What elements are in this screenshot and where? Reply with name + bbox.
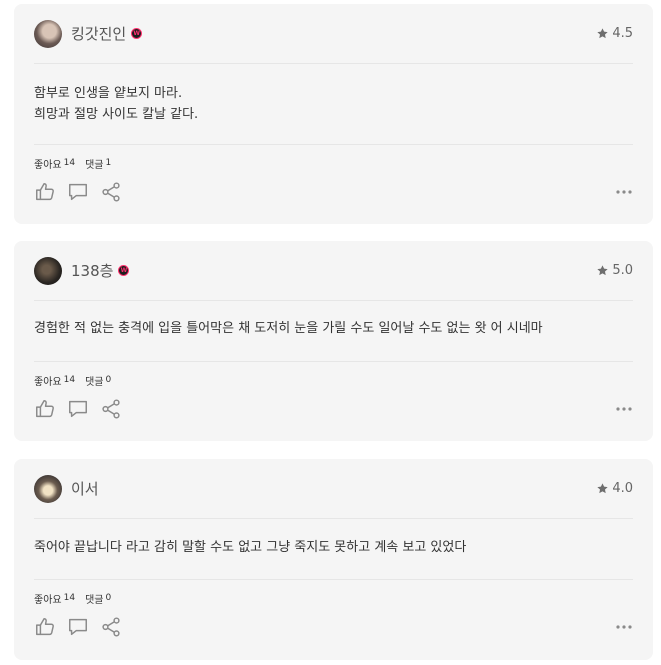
thumbs-up-icon[interactable] bbox=[34, 181, 56, 203]
like-count: 좋아요 14 bbox=[34, 591, 75, 606]
comment-count: 댓글 0 bbox=[85, 373, 111, 388]
verified-badge-icon: W bbox=[131, 28, 143, 39]
review-card: 이서 4.0 죽어야 끝납니다 라고 감히 말할 수도 없고 그냥 죽지도 못하… bbox=[14, 459, 653, 660]
review-actions bbox=[34, 614, 633, 640]
rating: 4.0 bbox=[596, 481, 633, 496]
review-header: 이서 4.0 bbox=[34, 459, 633, 519]
verified-badge-icon: W bbox=[118, 265, 130, 276]
comment-count: 댓글 0 bbox=[85, 591, 111, 606]
review-text[interactable]: 함부로 인생을 얕보지 마라. 희망과 절망 사이도 칼날 같다. bbox=[34, 64, 633, 145]
comment-count-value: 0 bbox=[105, 375, 112, 385]
share-icon[interactable] bbox=[100, 181, 122, 203]
share-icon[interactable] bbox=[100, 616, 122, 638]
review-card: 138층 W 5.0 경험한 적 없는 충격에 입을 틀어막은 채 도저히 눈을… bbox=[14, 241, 653, 441]
comment-count-label: 댓글 bbox=[85, 160, 104, 171]
review-text-line: 희망과 절망 사이도 칼날 같다. bbox=[34, 107, 199, 122]
thumbs-up-icon[interactable] bbox=[34, 398, 56, 420]
like-count-value: 14 bbox=[63, 158, 76, 168]
like-count-label: 좋아요 bbox=[34, 160, 62, 171]
avatar[interactable] bbox=[34, 19, 62, 48]
like-count-value: 14 bbox=[63, 593, 76, 603]
review-actions bbox=[34, 396, 633, 422]
comment-count-label: 댓글 bbox=[85, 595, 104, 606]
thumbs-up-icon[interactable] bbox=[34, 616, 56, 638]
username[interactable]: 이서 bbox=[71, 478, 99, 499]
review-text[interactable]: 죽어야 끝납니다 라고 감히 말할 수도 없고 그냥 죽지도 못하고 계속 보고… bbox=[34, 519, 633, 580]
review-actions bbox=[34, 179, 633, 205]
comment-count-label: 댓글 bbox=[85, 377, 104, 388]
share-icon[interactable] bbox=[100, 398, 122, 420]
comment-count-value: 1 bbox=[105, 158, 112, 168]
comment-icon[interactable] bbox=[67, 398, 89, 420]
star-icon bbox=[597, 265, 608, 276]
review-counts: 좋아요 14 댓글 1 bbox=[34, 156, 633, 171]
rating: 4.5 bbox=[596, 26, 633, 41]
star-icon bbox=[597, 28, 608, 39]
star-icon bbox=[597, 483, 608, 494]
comment-icon[interactable] bbox=[67, 616, 89, 638]
avatar[interactable] bbox=[34, 474, 62, 503]
comment-count-value: 0 bbox=[105, 593, 112, 603]
like-count: 좋아요 14 bbox=[34, 373, 75, 388]
review-header: 138층 W 5.0 bbox=[34, 241, 633, 301]
review-text-line: 경험한 적 없는 충격에 입을 틀어막은 채 도저히 눈을 가릴 수도 일어날 … bbox=[34, 321, 543, 336]
review-card: 킹갓진인 W 4.5 함부로 인생을 얕보지 마라. 희망과 절망 사이도 칼날… bbox=[14, 4, 653, 224]
comment-icon[interactable] bbox=[67, 181, 89, 203]
more-horizontal-icon[interactable] bbox=[615, 189, 633, 195]
review-feed: 킹갓진인 W 4.5 함부로 인생을 얕보지 마라. 희망과 절망 사이도 칼날… bbox=[0, 0, 661, 665]
review-header: 킹갓진인 W 4.5 bbox=[34, 4, 633, 64]
rating-value: 4.0 bbox=[612, 481, 633, 496]
like-count-label: 좋아요 bbox=[34, 595, 62, 606]
rating-value: 4.5 bbox=[612, 26, 633, 41]
username[interactable]: 킹갓진인 bbox=[71, 23, 126, 44]
username[interactable]: 138층 bbox=[71, 260, 113, 281]
like-count-value: 14 bbox=[63, 375, 76, 385]
avatar[interactable] bbox=[34, 256, 62, 285]
review-text[interactable]: 경험한 적 없는 충격에 입을 틀어막은 채 도저히 눈을 가릴 수도 일어날 … bbox=[34, 301, 633, 362]
like-count: 좋아요 14 bbox=[34, 156, 75, 171]
like-count-label: 좋아요 bbox=[34, 377, 62, 388]
review-text-line: 죽어야 끝납니다 라고 감히 말할 수도 없고 그냥 죽지도 못하고 계속 보고… bbox=[34, 540, 467, 555]
rating-value: 5.0 bbox=[612, 263, 633, 278]
review-counts: 좋아요 14 댓글 0 bbox=[34, 373, 633, 388]
comment-count: 댓글 1 bbox=[85, 156, 111, 171]
rating: 5.0 bbox=[596, 263, 633, 278]
review-counts: 좋아요 14 댓글 0 bbox=[34, 591, 633, 606]
more-horizontal-icon[interactable] bbox=[615, 406, 633, 412]
more-horizontal-icon[interactable] bbox=[615, 624, 633, 630]
review-text-line: 함부로 인생을 얕보지 마라. bbox=[34, 86, 183, 101]
